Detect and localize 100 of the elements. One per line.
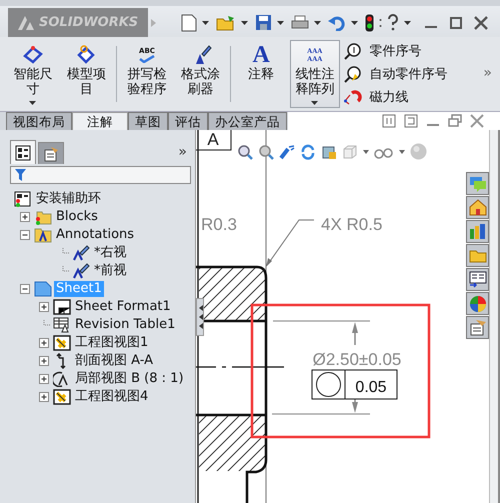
annotation-view-icon (72, 245, 90, 261)
sheet-format-icon (53, 299, 71, 315)
home-icon (468, 199, 486, 216)
ribbon-button[interactable]: 自动零件序号 (342, 65, 450, 83)
caret-icon[interactable] (277, 20, 284, 24)
panel-tab[interactable] (38, 142, 64, 164)
restore-icon[interactable] (449, 16, 463, 30)
tile-icon[interactable] (404, 114, 418, 128)
open-folder-icon[interactable] (216, 14, 236, 30)
view-orientation-icon[interactable] (321, 144, 337, 160)
previous-view-icon[interactable] (279, 144, 295, 160)
tree-item[interactable]: *前视 (92, 263, 128, 279)
ribbon-button[interactable]: 格式涂刷器 (176, 40, 226, 108)
icon-letters: A (252, 43, 270, 67)
expand-icon[interactable] (39, 356, 50, 366)
annotation-view-icon (72, 263, 90, 279)
ribbon-button[interactable]: 零件序号 (342, 42, 450, 60)
ribbon-button[interactable]: 磁力线 (342, 88, 450, 106)
scrollbar[interactable] (489, 130, 500, 503)
ribbon-tab[interactable]: 草图 (128, 112, 168, 130)
close-icon[interactable] (474, 16, 488, 30)
collapse-arrows-icon (198, 304, 202, 330)
caret-icon[interactable] (404, 20, 411, 24)
dimension-arrow (352, 322, 358, 345)
radius-note: R0.3 (201, 215, 237, 234)
expand-icon[interactable] (39, 338, 50, 348)
drawing-view-icon (53, 389, 71, 405)
more-chevron[interactable]: » (483, 65, 492, 81)
rotate-icon[interactable] (300, 144, 316, 160)
caret-icon[interactable] (363, 150, 369, 154)
tree-icon (15, 144, 31, 160)
tree-item[interactable]: 局部视图 B (8 : 1) (73, 371, 186, 387)
panel-tab[interactable] (10, 140, 36, 164)
tree-item[interactable]: 工程图视图4 (73, 389, 150, 405)
ribbon-button[interactable]: 智能尺寸 (8, 40, 58, 108)
panel-splitter[interactable] (196, 298, 204, 336)
drawing-view-icon (53, 335, 71, 351)
tree-item[interactable]: Annotations (54, 227, 136, 243)
diameter-dimension: Ø2.50±0.05 (312, 350, 402, 369)
tree-item[interactable]: *右视 (92, 245, 128, 261)
filter-icon (15, 169, 26, 181)
tree-item[interactable]: Revision Table1 (73, 317, 178, 333)
collapse-icon[interactable] (20, 284, 31, 294)
ribbon-tab[interactable]: 注解 (72, 112, 128, 130)
expand-icon[interactable] (39, 302, 50, 312)
appearance-ball-icon (468, 294, 486, 312)
leader-note: 4X R0.5 (321, 215, 382, 234)
more-chevron[interactable]: » (178, 144, 187, 160)
tree-item[interactable]: 剖面视图 A-A (73, 353, 156, 369)
chat-icon (468, 176, 486, 192)
books-icon (468, 223, 486, 240)
zoom-fit-icon[interactable] (237, 144, 253, 160)
ribbon-button[interactable]: A 注释 (236, 40, 286, 108)
close-icon[interactable] (470, 114, 484, 128)
tree-item[interactable]: 工程图视图1 (73, 335, 150, 351)
model-items-icon (76, 45, 96, 65)
restore-icon[interactable] (448, 114, 462, 128)
tree-item[interactable]: Blocks (54, 209, 100, 225)
ribbon-tab[interactable]: 办公室产品 (208, 112, 287, 130)
ribbon-tab[interactable]: 评估 (168, 112, 208, 130)
balloon-icon (344, 65, 362, 83)
expand-icon[interactable] (20, 212, 31, 222)
ribbon-button[interactable]: 模型项目 (62, 40, 112, 108)
view-palette-icon (468, 271, 486, 288)
ds-logo-icon (16, 14, 36, 32)
caret-icon[interactable] (351, 20, 358, 24)
expand-icon[interactable] (39, 374, 50, 384)
printer-icon[interactable] (291, 15, 309, 30)
filter-field[interactable] (10, 166, 191, 184)
tolerance-value: 0.05 (355, 379, 387, 396)
undo-icon[interactable] (328, 14, 346, 30)
check-icon (138, 55, 155, 63)
folder-icon (468, 248, 486, 263)
clipboard-icon (468, 319, 486, 336)
help-icon[interactable] (387, 14, 399, 31)
ribbon-tab[interactable]: 视图布局 (6, 112, 72, 130)
expand-icon[interactable] (39, 392, 50, 402)
sheet-icon (34, 281, 52, 297)
balloon-icon (344, 42, 362, 60)
blocks-icon (34, 209, 52, 225)
tree-item[interactable]: Sheet Format1 (73, 299, 173, 315)
tree-item[interactable]: 安装辅助环 (34, 191, 103, 207)
property-icon (43, 146, 59, 162)
caret-icon[interactable] (241, 20, 248, 24)
zoom-area-icon[interactable] (258, 144, 274, 160)
caret-icon[interactable] (399, 150, 405, 154)
view-label: A (196, 130, 232, 150)
dimension-arrow (352, 397, 358, 413)
caret-icon[interactable] (202, 20, 209, 24)
revision-table-icon (53, 317, 71, 333)
traffic-light-icon[interactable] (365, 14, 374, 32)
caret-icon[interactable] (314, 20, 321, 24)
tile-icon[interactable] (382, 114, 396, 128)
task-pane-button[interactable] (466, 268, 489, 291)
save-icon[interactable] (255, 14, 272, 31)
grip-icon (379, 18, 382, 28)
task-pane-button[interactable] (466, 316, 489, 339)
collapse-icon[interactable] (20, 230, 31, 240)
new-document-icon[interactable] (181, 14, 197, 32)
dimension-icon (22, 46, 43, 64)
